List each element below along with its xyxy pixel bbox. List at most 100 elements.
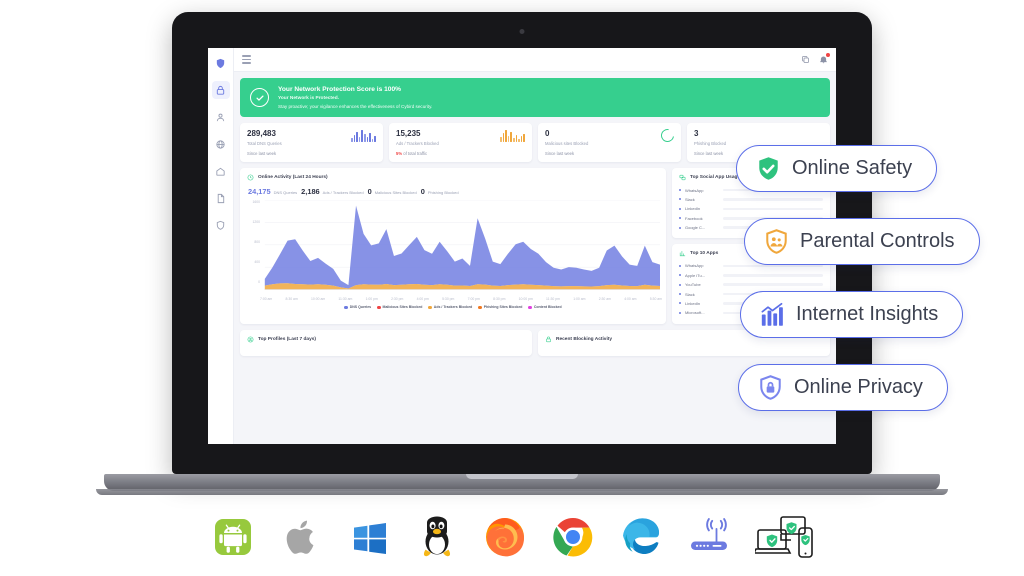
check-circle-icon [250,88,269,108]
social-apps-icon [679,175,686,181]
bullet-icon [679,207,681,210]
sidebar-item-reports[interactable] [212,189,230,207]
sidebar-item-network[interactable] [212,135,230,153]
topbar-actions [801,52,831,64]
x-tick: 1:00 pm [365,297,378,302]
legend-item[interactable]: Phishing Sites Blocked [478,305,522,309]
sparkline-blue-icon [351,129,376,143]
banner-note: Stay proactive; your vigilance enhances … [278,103,433,109]
usage-track [723,264,823,268]
stat-value: 0 [545,129,550,139]
chart-legend: DNS Queries Malicious Sites Blocked Ads / … [240,301,666,309]
kpi-label: Phishing Blocked [427,190,459,196]
top-profiles-panel: Top Profiles (Last 7 days) [240,329,532,356]
x-tick: 8:30 pm [493,297,506,302]
y-tick: 1600 [252,200,260,205]
bullet-icon [679,198,681,201]
hamburger-menu-icon[interactable] [242,55,251,64]
sidebar-item-profiles[interactable] [212,108,230,126]
protection-score-banner: Your Network Protection Score is 100% Yo… [240,78,830,118]
kpi-dns-queries: 24,175 DNS Queries [248,187,297,196]
x-tick: 7:00 am [260,297,273,302]
panel-title: Top Social App Usage [690,175,741,181]
bullet-icon [679,283,681,286]
callout-online-safety[interactable]: Online Safety [736,145,938,192]
middle-row: Online Activity (Last 24 Hours) 24,175 D… [240,168,830,324]
callout-online-privacy[interactable]: Online Privacy [738,364,948,411]
stat-label: Total DNS Queries [247,140,282,146]
stat-value: 289,483 [247,129,276,139]
x-tick: 5:30 am [649,297,662,302]
app-name: YouTube [685,282,701,288]
list-item[interactable]: Apple iTu... [679,271,823,280]
list-item[interactable]: LinkedIn [679,204,823,213]
bullet-icon [679,311,681,314]
kpi-ads-trackers: 2,186 Ads / Trackers Blocked [301,187,363,196]
sidebar [208,48,234,444]
callout-label: Parental Controls [800,230,955,252]
y-tick: 400 [254,260,260,265]
topbar [234,48,836,72]
bullet-icon [679,189,681,192]
app-name: Microsoft... [685,310,705,316]
x-tick: 11:30 pm [546,297,560,302]
app-name: Facebook [685,215,703,221]
sidebar-item-security[interactable] [212,216,230,234]
bullet-icon [679,264,681,267]
kpi-value: 0 [420,187,425,197]
banner-text: Your Network Protection Score is 100% Yo… [278,85,432,110]
legend-item[interactable]: Content Blocked [528,305,562,309]
legend-item[interactable]: Malicious Sites Blocked [377,305,422,309]
laptop-foot [96,489,948,495]
usage-track [723,198,823,201]
multi-device-icon [754,514,814,560]
banner-subtitle: Your Network is Protected. [278,95,339,101]
stat-footer: Since last week [247,151,277,157]
x-tick: 8:30 am [285,297,298,302]
shield-family-icon [766,229,787,254]
callout-internet-insights[interactable]: Internet Insights [740,291,964,338]
callout-parental-controls[interactable]: Parental Controls [744,218,980,265]
panel-title: Recent Blocking Activity [556,336,613,342]
notification-bell-icon[interactable] [819,52,831,64]
bar-chart-icon [679,251,686,257]
sidebar-item-dashboard[interactable] [211,81,230,99]
kpi-label: Malicious Sites Blocked [374,190,417,196]
stat-card-malicious-sites[interactable]: 0 Malicious sites Blocked Since last wee… [538,123,681,163]
windows-icon [346,514,392,560]
x-tick: 4:00 am [624,297,637,302]
stat-card-dns-queries[interactable]: 289,483 Total DNS Queries Since last wee… [240,123,383,163]
bullet-icon [679,274,681,277]
clock-icon [247,174,254,181]
activity-area-chart: 1600 1200 800 400 0 [244,200,660,296]
app-name: Slack [685,291,695,297]
banner-title: Your Network Protection Score is 100% [278,86,401,93]
lock-icon [546,336,551,342]
kpi-label: Ads / Trackers Blocked [322,190,364,196]
stat-footer: Since last week [545,151,575,157]
list-item[interactable]: Slack [679,195,823,204]
app-name: Apple iTu... [685,272,706,278]
chart-canvas [264,200,660,291]
stat-value: 3 [694,129,699,139]
sidebar-item-devices[interactable] [212,162,230,180]
online-activity-panel: Online Activity (Last 24 Hours) 24,175 D… [240,168,666,324]
router-icon [686,514,732,560]
legend-item[interactable]: DNS Queries [344,305,371,309]
stat-footer: 5% of total traffic [396,151,525,156]
x-tick: 10:00 pm [518,297,533,302]
webcam-icon [519,29,525,34]
list-item[interactable]: YouTube [679,280,823,289]
app-name: WhatsApp [685,187,704,193]
platform-icons-row [0,506,1024,568]
shield-logo-icon[interactable] [212,54,230,72]
kpi-label: DNS Queries [273,190,298,196]
progress-ring-icon [658,126,677,145]
copy-icon[interactable] [801,55,810,64]
stat-card-ads-trackers[interactable]: 15,235 Ads / Trackers Blocked 5% of tota… [389,123,532,163]
shield-check-icon [759,157,778,180]
linux-tux-icon [414,514,460,560]
panel-title: Online Activity (Last 24 Hours) [258,175,328,181]
stat-label: Malicious sites Blocked [545,140,589,146]
legend-item[interactable]: Ads / Trackers Blocked [428,305,472,309]
